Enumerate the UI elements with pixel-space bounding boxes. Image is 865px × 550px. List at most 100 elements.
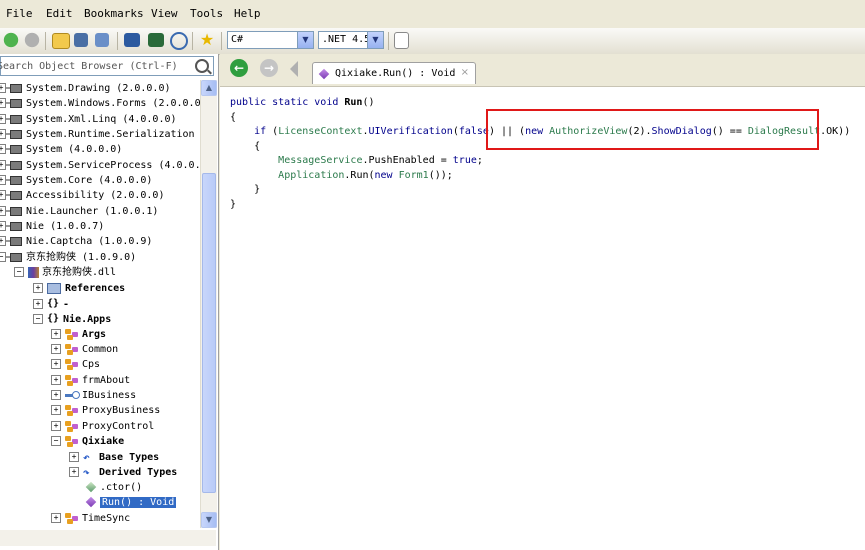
tree-item-label: System.Drawing (2.0.0.0) (26, 83, 171, 94)
forward-icon[interactable] (23, 31, 41, 49)
scroll-down-icon[interactable]: ▼ (201, 512, 217, 528)
toolbar-separator (388, 32, 389, 50)
tree-item[interactable]: .ctor() (85, 481, 142, 495)
tree-item-label: System.Windows.Forms (2.0.0.0) (26, 98, 200, 109)
document-icon[interactable] (394, 32, 409, 49)
assembly-list-icon[interactable] (148, 33, 164, 47)
expand-icon[interactable]: + (51, 359, 61, 369)
menu-view[interactable]: View (151, 7, 178, 20)
tab-qixiake-run[interactable]: Qixiake.Run() : Void × (312, 62, 476, 84)
tree-item[interactable]: + ↷ Derived Types (69, 466, 177, 480)
expand-icon[interactable]: + (51, 390, 61, 400)
expand-icon[interactable]: + (51, 405, 61, 415)
save-icon[interactable] (74, 33, 88, 47)
code-token: true (452, 155, 477, 166)
tree-item[interactable]: + Accessibility (2.0.0.0) (0, 189, 164, 203)
refresh-icon[interactable] (95, 33, 109, 47)
tree-item[interactable]: + System.ServiceProcess (4.0.0.0) (0, 159, 200, 173)
expand-icon[interactable]: + (51, 513, 61, 523)
expand-icon[interactable]: + (69, 467, 79, 477)
tree-item[interactable]: + System (4.0.0.0) (0, 143, 122, 157)
menu-edit[interactable]: Edit (46, 7, 73, 20)
tree-item[interactable]: + Nie.Captcha (1.0.0.9) (0, 235, 152, 249)
assembly-icon (6, 144, 22, 154)
tree-vertical-scrollbar[interactable]: ▲ ▼ (200, 80, 217, 528)
expand-icon[interactable]: + (51, 375, 61, 385)
tree-item[interactable]: + System.Xml.Linq (4.0.0.0) (0, 113, 177, 127)
tree-item[interactable]: − Qixiake (51, 435, 124, 449)
tree-item[interactable]: + Nie.Launcher (1.0.0.1) (0, 205, 158, 219)
collapse-icon[interactable]: − (51, 436, 61, 446)
tree-item[interactable]: + ProxyBusiness (51, 404, 160, 418)
tree-item-label: Derived Types (99, 467, 178, 478)
language-value: C# (231, 34, 244, 45)
back-icon[interactable]: ← (230, 59, 248, 77)
tree-item[interactable]: + System.Windows.Forms (2.0.0.0) (0, 97, 200, 111)
tree-item[interactable]: − 京东抢购侠.dll (14, 266, 116, 280)
tree-item[interactable]: + Args (51, 328, 106, 342)
tree-item-label: System.ServiceProcess (4.0.0.0) (26, 160, 200, 171)
class-icon (65, 328, 79, 340)
code-token: () (362, 97, 375, 108)
tree-item[interactable]: + References (33, 282, 125, 296)
tree-item[interactable]: + Cps (51, 358, 100, 372)
tree-item-label: Qixiake (82, 436, 125, 447)
tree-item[interactable]: − 京东抢购侠 (1.0.9.0) (0, 251, 136, 265)
menu-file[interactable]: File (6, 7, 33, 20)
collapse-icon[interactable]: − (33, 314, 43, 324)
expand-icon[interactable]: + (51, 329, 61, 339)
framework-select[interactable]: .NET 4.5 ▼ (318, 31, 384, 49)
tree-item[interactable]: + frmAbout (51, 374, 130, 388)
expand-icon[interactable]: + (51, 344, 61, 354)
derived-types-icon: ↷ (83, 465, 90, 479)
tree-item-label: Accessibility (2.0.0.0) (26, 190, 165, 201)
tree-item[interactable]: + TimeSync (51, 512, 130, 526)
open-folder-icon[interactable] (52, 33, 70, 49)
tree-item[interactable]: + ↶ Base Types (69, 451, 159, 465)
code-token: UIVerification (368, 126, 453, 137)
tree-item-label: 京东抢购侠.dll (42, 267, 117, 278)
history-arrow-icon[interactable] (290, 61, 298, 77)
code-token: } (254, 184, 261, 195)
tree-item-label: TimeSync (82, 513, 131, 524)
chevron-down-icon[interactable]: ▼ (297, 32, 313, 48)
back-icon[interactable] (2, 31, 20, 49)
tree-item[interactable]: + Common (51, 343, 118, 357)
menu-help[interactable]: Help (234, 7, 261, 20)
forward-icon[interactable]: → (260, 59, 278, 77)
tree-item-selected[interactable]: Run() : Void (85, 496, 177, 510)
scroll-up-icon[interactable]: ▲ (201, 80, 217, 96)
tree-item[interactable]: + IBusiness (51, 389, 136, 403)
code-token: ()); (428, 169, 453, 181)
expand-icon[interactable]: + (51, 421, 61, 431)
language-select[interactable]: C# ▼ (227, 31, 314, 49)
scrollbar-thumb[interactable] (202, 173, 216, 493)
chevron-down-icon[interactable]: ▼ (367, 32, 383, 48)
tree-item[interactable]: −{} Nie.Apps (33, 312, 111, 326)
tree-item[interactable]: + System.Core (4.0.0.0) (0, 174, 152, 188)
tree-item[interactable]: + Nie (1.0.0.7) (0, 220, 104, 234)
tree-item[interactable]: + System.Runtime.Serialization (0, 128, 195, 142)
menu-bookmarks[interactable]: Bookmarks (84, 7, 144, 20)
menu-tools[interactable]: Tools (190, 7, 223, 20)
expand-icon[interactable]: + (69, 452, 79, 462)
star-icon[interactable]: ★ (198, 31, 216, 49)
tree-item-label: Nie (1.0.0.7) (26, 221, 105, 232)
assembly-icon (6, 252, 22, 262)
search-input[interactable]: Search Object Browser (Ctrl-F) (0, 56, 214, 76)
search-icon[interactable] (195, 59, 209, 73)
expand-icon[interactable]: + (33, 299, 43, 309)
resource-icon[interactable] (124, 33, 140, 47)
tree-item-label: Run() : Void (100, 497, 177, 508)
references-icon (47, 282, 61, 294)
tree-item[interactable]: + ProxyControl (51, 420, 154, 434)
search-toolbar-icon[interactable] (170, 32, 188, 50)
tree-item[interactable]: + System.Drawing (2.0.0.0) (0, 82, 171, 96)
tree-horizontal-scrollbar[interactable] (0, 530, 216, 546)
method-icon (318, 68, 330, 80)
close-icon[interactable]: × (461, 67, 469, 78)
expand-icon[interactable]: + (33, 283, 43, 293)
assembly-icon (6, 83, 22, 93)
tree-item[interactable]: + {} - (33, 297, 69, 311)
collapse-icon[interactable]: − (14, 267, 24, 277)
